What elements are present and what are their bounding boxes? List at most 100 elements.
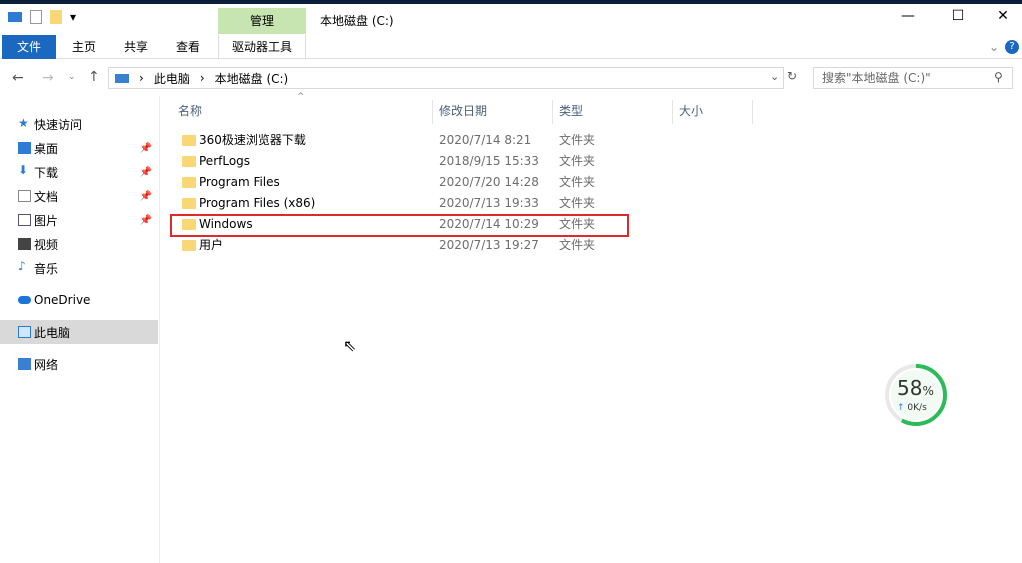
nav-this-pc[interactable]: 此电脑	[0, 320, 158, 344]
file-row[interactable]: Program Files 2020/7/20 14:28 文件夹	[170, 172, 630, 193]
tab-home[interactable]: 主页	[64, 35, 104, 59]
column-separator[interactable]	[552, 100, 553, 124]
music-icon: ♪	[18, 259, 26, 273]
search-icon[interactable]: ⚲	[994, 70, 1003, 84]
expand-ribbon-icon[interactable]: ⌄	[988, 35, 1000, 59]
quick-access-toolbar: ▾	[8, 10, 76, 24]
nav-quick-access[interactable]: ★ 快速访问	[0, 112, 158, 136]
nav-pictures[interactable]: 图片 📌	[0, 208, 158, 232]
pictures-icon	[18, 214, 31, 226]
nav-label: 音乐	[34, 261, 59, 276]
folder-icon	[182, 156, 196, 167]
pin-icon[interactable]: 📌	[140, 215, 152, 226]
file-date: 2020/7/13 19:33	[439, 196, 539, 210]
column-name[interactable]: 名称	[178, 100, 202, 122]
pin-icon[interactable]: 📌	[140, 167, 152, 178]
file-row[interactable]: Program Files (x86) 2020/7/13 19:33 文件夹	[170, 193, 630, 214]
tab-drive-tools[interactable]: 驱动器工具	[218, 35, 306, 59]
cloud-icon	[18, 296, 31, 304]
gauge-speed: 0K/s	[907, 403, 927, 413]
nav-music[interactable]: ♪ 音乐	[0, 256, 158, 280]
forward-icon[interactable]: →	[42, 70, 54, 86]
nav-network[interactable]: 网络	[0, 352, 158, 376]
file-type: 文件夹	[559, 133, 596, 147]
nav-videos[interactable]: 视频	[0, 232, 158, 256]
new-folder-icon[interactable]	[50, 10, 62, 24]
file-name: Program Files	[199, 175, 280, 189]
file-type: 文件夹	[559, 154, 596, 168]
pc-icon	[115, 73, 129, 83]
nav-label: OneDrive	[34, 293, 91, 307]
highlight-box	[170, 214, 629, 237]
recent-chevron-icon[interactable]: ⌄	[68, 72, 76, 82]
pin-icon[interactable]: 📌	[140, 191, 152, 202]
back-icon[interactable]: ←	[12, 70, 24, 86]
nav-label: 桌面	[34, 141, 59, 156]
nav-label: 图片	[34, 213, 59, 228]
chevron-right-icon: ›	[199, 71, 205, 85]
context-tab-manage[interactable]: 管理	[218, 8, 306, 34]
gauge-unit: %	[922, 384, 934, 398]
nav-label: 网络	[34, 357, 59, 372]
document-icon	[18, 190, 31, 202]
window-title: 本地磁盘 (C:)	[320, 14, 394, 28]
breadcrumb-c-drive[interactable]: 本地磁盘 (C:)	[215, 70, 289, 87]
refresh-icon[interactable]: ↻	[787, 69, 797, 83]
help-icon[interactable]: ?	[1005, 40, 1019, 54]
computer-icon	[18, 326, 31, 338]
nav-label: 快速访问	[34, 117, 83, 132]
file-row[interactable]: PerfLogs 2018/9/15 15:33 文件夹	[170, 151, 630, 172]
column-separator[interactable]	[752, 100, 753, 124]
file-date: 2018/9/15 15:33	[439, 154, 539, 168]
folder-icon	[182, 135, 196, 146]
nav-label: 下载	[34, 165, 59, 180]
file-row[interactable]: 360极速浏览器下载 2020/7/14 8:21 文件夹	[170, 130, 630, 151]
file-name: PerfLogs	[199, 154, 251, 168]
nav-desktop[interactable]: 桌面 📌	[0, 136, 158, 160]
tab-file[interactable]: 文件	[2, 35, 56, 59]
nav-label: 此电脑	[34, 325, 71, 340]
column-date[interactable]: 修改日期	[439, 100, 487, 122]
sort-ascending-icon: ^	[297, 92, 305, 102]
properties-icon[interactable]	[30, 10, 42, 24]
pin-icon[interactable]: 📌	[140, 143, 152, 154]
network-icon	[18, 358, 31, 370]
search-input[interactable]: 搜索"本地磁盘 (C:)"	[813, 67, 1013, 89]
close-button[interactable]: ✕	[980, 8, 1022, 24]
gauge-percent: 58	[897, 376, 923, 400]
tab-view[interactable]: 查看	[168, 35, 208, 59]
nav-documents[interactable]: 文档 📌	[0, 184, 158, 208]
address-dropdown-icon[interactable]: ⌄	[770, 70, 779, 83]
up-icon[interactable]: ↑	[88, 69, 100, 85]
nav-label: 文档	[34, 189, 59, 204]
drive-icon[interactable]	[8, 12, 22, 22]
file-row[interactable]: 用户 2020/7/13 19:27 文件夹	[170, 235, 630, 256]
file-type: 文件夹	[559, 196, 596, 210]
tab-share[interactable]: 共享	[116, 35, 156, 59]
file-type: 文件夹	[559, 175, 596, 189]
network-speed-widget[interactable]: 58% ↑ 0K/s	[884, 363, 948, 427]
ribbon-tabs: 文件 主页 共享 查看 驱动器工具 ⌄ ?	[0, 35, 1022, 59]
nav-onedrive[interactable]: OneDrive	[0, 288, 158, 312]
download-icon: ⬇	[18, 163, 29, 177]
video-icon	[18, 238, 31, 250]
maximize-button[interactable]: ☐	[935, 8, 981, 24]
minimize-button[interactable]: —	[885, 8, 931, 24]
file-name: 用户	[199, 238, 224, 252]
folder-icon	[182, 177, 196, 188]
folder-icon	[182, 198, 196, 209]
address-bar[interactable]: › 此电脑 › 本地磁盘 (C:)	[108, 67, 784, 89]
file-name: Program Files (x86)	[199, 196, 316, 210]
customize-qat-icon[interactable]: ▾	[70, 10, 76, 24]
nav-downloads[interactable]: ⬇ 下载 📌	[0, 160, 158, 184]
breadcrumb-this-pc[interactable]: 此电脑	[154, 70, 190, 87]
column-separator[interactable]	[432, 100, 433, 124]
pane-divider[interactable]	[159, 96, 160, 563]
desktop-icon	[18, 142, 31, 154]
column-type[interactable]: 类型	[559, 100, 583, 122]
column-size[interactable]: 大小	[679, 100, 703, 122]
upload-arrow-icon: ↑	[897, 403, 905, 413]
column-separator[interactable]	[672, 100, 673, 124]
chevron-right-icon: ›	[139, 71, 144, 85]
folder-icon	[182, 240, 196, 251]
